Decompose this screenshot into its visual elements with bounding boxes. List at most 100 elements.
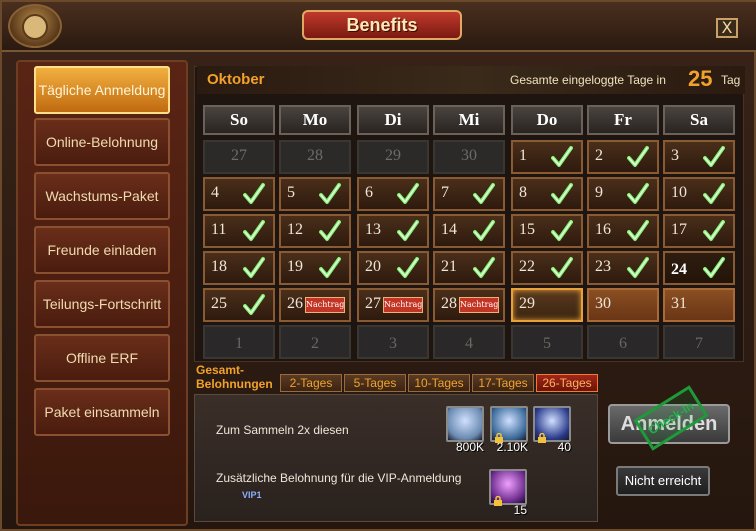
calendar-day-cell: 13 <box>357 214 429 248</box>
lock-icon <box>493 491 503 506</box>
day-number: 27 <box>365 295 381 312</box>
day-number: 11 <box>211 221 227 238</box>
sidebar-item[interactable]: Wachstums-Paket <box>34 172 170 220</box>
weekday-header: So <box>203 105 275 135</box>
retro-signin-button[interactable]: Nachtrag <box>305 297 345 313</box>
checkmark-icon <box>319 182 341 206</box>
day-number: 31 <box>671 295 687 312</box>
checkmark-icon <box>703 256 725 280</box>
day-number: 7 <box>441 184 449 201</box>
window-title: Benefits <box>302 10 462 40</box>
calendar-day-cell: 11 <box>203 214 275 248</box>
sidebar-item[interactable]: Offline ERF <box>34 334 170 382</box>
day-number: 15 <box>519 221 535 238</box>
weekday-header: Sa <box>663 105 735 135</box>
retro-signin-button[interactable]: Nachtrag <box>383 297 423 313</box>
calendar-day-cell: 5 <box>279 177 351 211</box>
day-number: 6 <box>365 184 373 201</box>
calendar-day-cell: 16 <box>587 214 659 248</box>
calendar-day-cell: 7 <box>663 325 735 359</box>
calendar-day-cell: 14 <box>433 214 505 248</box>
month-label: Oktober <box>207 71 265 88</box>
weekday-header: Mi <box>433 105 505 135</box>
reward-tab[interactable]: 26-Tages <box>536 374 598 392</box>
day-number: 5 <box>543 335 551 352</box>
day-number: 1 <box>519 147 527 164</box>
day-number: 3 <box>389 335 397 352</box>
reward-tab[interactable]: 17-Tages <box>472 374 534 392</box>
checkmark-icon <box>703 219 725 243</box>
day-number: 26 <box>287 295 303 312</box>
calendar-day-cell: 15 <box>511 214 583 248</box>
day-number: 24 <box>671 261 687 278</box>
lock-icon <box>494 428 504 443</box>
calendar-day-cell: 21 <box>433 251 505 285</box>
day-number: 2 <box>595 147 603 164</box>
calendar-day-cell: 12 <box>279 214 351 248</box>
checkmark-icon <box>627 256 649 280</box>
day-number: 30 <box>461 147 477 164</box>
checkmark-icon <box>473 219 495 243</box>
sidebar-item[interactable]: Online-Belohnung <box>34 118 170 166</box>
day-number: 20 <box>365 258 381 275</box>
checkmark-icon <box>243 293 265 317</box>
calendar-day-cell: 2 <box>587 140 659 174</box>
calendar-day-cell: 30 <box>587 288 659 322</box>
calendar-day-cell: 9 <box>587 177 659 211</box>
day-number: 28 <box>307 147 323 164</box>
collect-text: Zum Sammeln 2x diesen <box>216 423 349 437</box>
day-number: 5 <box>287 184 295 201</box>
calendar-day-cell[interactable]: 28 Nachtrag <box>433 288 505 322</box>
sidebar-item[interactable]: Paket einsammeln <box>34 388 170 436</box>
checkmark-icon <box>627 145 649 169</box>
day-number: 30 <box>595 295 611 312</box>
blue-crystal-icon[interactable]: 40 <box>533 406 571 454</box>
day-number: 18 <box>211 258 227 275</box>
sidebar-item[interactable]: Tägliche Anmeldung <box>34 66 170 114</box>
title-bar: Benefits X <box>2 2 756 52</box>
login-days-count: 25 <box>688 66 713 91</box>
calendar-day-cell[interactable]: 29 <box>511 288 583 322</box>
day-number: 2 <box>311 335 319 352</box>
checkmark-icon <box>473 256 495 280</box>
purple-feather-icon[interactable]: 15 <box>489 469 527 517</box>
item-quantity: 800K <box>455 440 484 454</box>
sidebar-item[interactable]: Freunde einladen <box>34 226 170 274</box>
calendar-day-cell: 1 <box>511 140 583 174</box>
calendar-day-cell: 28 <box>279 140 351 174</box>
reward-tab[interactable]: 10-Tages <box>408 374 470 392</box>
reward-tab[interactable]: 2-Tages <box>280 374 342 392</box>
checkmark-icon <box>319 219 341 243</box>
close-button[interactable]: X <box>716 18 738 38</box>
checkmark-icon <box>627 219 649 243</box>
checkmark-icon <box>551 256 573 280</box>
total-rewards-label: Gesamt-Belohnungen <box>196 363 273 391</box>
benefits-window: Benefits X Oktober Gesamte eingeloggte T… <box>0 0 756 531</box>
gold-pack-icon[interactable]: 2.10K <box>490 406 528 454</box>
silver-chest-icon[interactable]: 800K <box>446 406 484 454</box>
day-number: 21 <box>441 258 457 275</box>
retro-signin-button[interactable]: Nachtrag <box>459 297 499 313</box>
not-reached-button[interactable]: Nicht erreicht <box>616 466 710 496</box>
emblem-icon <box>8 4 62 48</box>
calendar-day-cell: 18 <box>203 251 275 285</box>
calendar-day-cell: 3 <box>357 325 429 359</box>
reward-tab[interactable]: 5-Tages <box>344 374 406 392</box>
day-number: 29 <box>519 295 535 312</box>
calendar-day-cell: 2 <box>279 325 351 359</box>
vip-badge: VIP1 <box>242 490 262 500</box>
checkmark-icon <box>243 219 265 243</box>
day-number: 28 <box>441 295 457 312</box>
login-days-unit: Tag <box>721 73 741 87</box>
sidebar-item[interactable]: Teilungs-Fortschritt <box>34 280 170 328</box>
calendar-day-cell[interactable]: 27 Nachtrag <box>357 288 429 322</box>
day-number: 3 <box>671 147 679 164</box>
calendar-day-cell: 6 <box>587 325 659 359</box>
weekday-header: Mo <box>279 105 351 135</box>
lock-icon <box>537 428 547 443</box>
calendar-day-cell[interactable]: 26 Nachtrag <box>279 288 351 322</box>
day-number: 4 <box>211 184 219 201</box>
checkmark-icon <box>397 256 419 280</box>
checkmark-icon <box>703 145 725 169</box>
calendar-day-cell: 4 <box>433 325 505 359</box>
